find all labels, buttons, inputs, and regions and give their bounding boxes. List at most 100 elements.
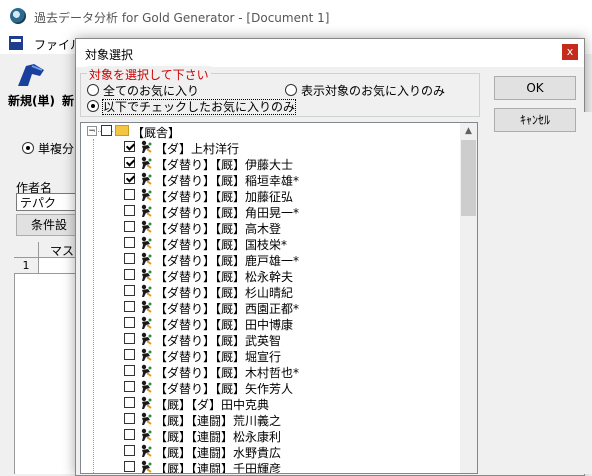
radio-label: 全てのお気に入り: [103, 84, 200, 98]
scroll-thumb[interactable]: [461, 140, 476, 216]
tree-item[interactable]: 【ダ替り】【厩】松永幹夫: [81, 267, 461, 284]
tree-item-label: 【厩】【連闘】千田輝彦: [155, 462, 282, 474]
tree-item[interactable]: 【ダ替り】【厩】伊藤大士: [81, 155, 461, 172]
horse-icon: [141, 316, 152, 329]
tree-item[interactable]: 【ダ替り】【厩】木村哲也*: [81, 363, 461, 380]
scroll-up-icon[interactable]: ▲: [460, 123, 477, 140]
tree-rows: − 【厩舎】 【ダ】上村洋行 【ダ替り】【厩】伊藤大士 【ダ替り】【厩】稲垣幸雄* 【…: [81, 123, 461, 474]
tree-item[interactable]: 【厩】【連闘】松永康利: [81, 427, 461, 444]
checkbox[interactable]: [124, 301, 135, 312]
checkbox[interactable]: [124, 413, 135, 424]
checkbox[interactable]: [124, 157, 135, 168]
tree-item[interactable]: 【厩】【ダ】田中克典: [81, 395, 461, 412]
conditions-button[interactable]: 条件設: [16, 214, 80, 236]
tree-item[interactable]: 【ダ替り】【厩】稲垣幸雄*: [81, 171, 461, 188]
horse-icon: [141, 252, 152, 265]
radio-single-double[interactable]: 単複分: [22, 140, 74, 157]
checkbox[interactable]: [124, 381, 135, 392]
grid-row[interactable]: 1: [14, 258, 76, 274]
window-title: 過去データ分析 for Gold Generator - [Document 1…: [34, 11, 330, 25]
close-button[interactable]: x: [562, 44, 578, 60]
radio-indicator: [22, 142, 34, 154]
checkbox[interactable]: [124, 221, 135, 232]
tree-item[interactable]: 【ダ替り】【厩】西園正都*: [81, 299, 461, 316]
horse-icon: [141, 204, 152, 217]
tree-connector: [93, 139, 94, 473]
checkbox[interactable]: [124, 397, 135, 408]
horse-icon: [141, 348, 152, 361]
new-single-icon[interactable]: [14, 60, 48, 90]
tree-item[interactable]: 【ダ替り】【厩】田中博康: [81, 315, 461, 332]
checkbox[interactable]: [124, 237, 135, 248]
tree-item[interactable]: 【ダ替り】【厩】矢作芳人: [81, 379, 461, 396]
horse-icon: [141, 156, 152, 169]
checkbox[interactable]: [124, 445, 135, 456]
document-icon: [9, 36, 23, 50]
tree-item[interactable]: 【ダ】上村洋行: [81, 139, 461, 156]
horse-icon: [141, 444, 152, 457]
checkbox[interactable]: [124, 429, 135, 440]
author-field[interactable]: テパク: [16, 193, 80, 211]
checkbox[interactable]: [124, 461, 135, 472]
tree-item[interactable]: 【ダ替り】【厩】高木登: [81, 219, 461, 236]
radio-all-favorites[interactable]: 全てのお気に入り: [87, 82, 199, 99]
horse-icon: [141, 284, 152, 297]
horse-icon: [141, 428, 152, 441]
tree-item[interactable]: 【厩】【連闘】荒川義之: [81, 411, 461, 428]
favorites-tree[interactable]: − 【厩舎】 【ダ】上村洋行 【ダ替り】【厩】伊藤大士 【ダ替り】【厩】稲垣幸雄* 【…: [80, 122, 478, 474]
grid-column-header[interactable]: マス: [50, 242, 74, 259]
horse-icon: [141, 172, 152, 185]
tree-item[interactable]: 【ダ替り】【厩】杉山晴紀: [81, 283, 461, 300]
radio-indicator: [285, 84, 297, 96]
main-title-bar: 過去データ分析 for Gold Generator - [Document 1…: [0, 0, 592, 32]
tree-item[interactable]: 【ダ替り】【厩】堀宣行: [81, 347, 461, 364]
checkbox[interactable]: [124, 141, 135, 152]
ok-button[interactable]: OK: [494, 76, 576, 100]
checkbox[interactable]: [124, 333, 135, 344]
tree-item[interactable]: 【ダ替り】【厩】武英智: [81, 331, 461, 348]
checkbox[interactable]: [124, 173, 135, 184]
checkbox[interactable]: [124, 269, 135, 280]
group-title: 対象を選択して下さい: [87, 66, 211, 83]
target-select-dialog: 対象選択 x 対象を選択して下さい 全てのお気に入り 表示対象のお気に入りのみ …: [75, 38, 585, 476]
horse-icon: [141, 412, 152, 425]
checkbox[interactable]: [124, 253, 135, 264]
checkbox[interactable]: [124, 365, 135, 376]
horse-icon: [141, 460, 152, 473]
tree-item[interactable]: 【ダ替り】【厩】国枝栄*: [81, 235, 461, 252]
checkbox[interactable]: [124, 349, 135, 360]
horse-icon: [141, 300, 152, 313]
horse-icon: [141, 140, 152, 153]
toolbar-new-label[interactable]: 新規(単): [8, 92, 55, 109]
horse-icon: [141, 380, 152, 393]
checkbox[interactable]: [124, 317, 135, 328]
window-frame: [580, 112, 592, 474]
tree-root[interactable]: − 【厩舎】: [81, 123, 461, 140]
radio-single-label: 単複分: [38, 142, 75, 156]
dialog-title: 対象選択: [85, 48, 134, 62]
radio-indicator: [87, 84, 99, 96]
checkbox[interactable]: [124, 189, 135, 200]
folder-icon: [115, 125, 129, 136]
toolbar-second-label[interactable]: 新: [62, 92, 74, 109]
checkbox[interactable]: [124, 205, 135, 216]
cancel-button[interactable]: ｷｬﾝｾﾙ: [494, 108, 576, 132]
radio-label: 以下でチェックしたお気に入りのみ: [101, 99, 297, 115]
tree-item[interactable]: 【ダ替り】【厩】鹿戸雄一*: [81, 251, 461, 268]
radio-checked-favorites[interactable]: 以下でチェックしたお気に入りのみ: [87, 98, 297, 115]
horse-icon: [141, 364, 152, 377]
radio-label: 表示対象のお気に入りのみ: [301, 84, 446, 98]
checkbox[interactable]: [101, 125, 112, 136]
radio-indicator: [87, 100, 99, 112]
data-grid[interactable]: [14, 242, 77, 474]
tree-item[interactable]: 【ダ替り】【厩】角田晃一*: [81, 203, 461, 220]
dialog-title-bar: 対象選択 x: [76, 39, 584, 67]
grid-row-number: 1: [14, 258, 39, 273]
checkbox[interactable]: [124, 285, 135, 296]
vertical-scrollbar[interactable]: ▲: [460, 123, 477, 473]
radio-displayed-favorites[interactable]: 表示対象のお気に入りのみ: [285, 82, 445, 99]
tree-item[interactable]: 【厩】【連闘】水野貴広: [81, 443, 461, 460]
tree-item[interactable]: 【厩】【連闘】千田輝彦: [81, 459, 461, 474]
horse-icon: [141, 236, 152, 249]
tree-item[interactable]: 【ダ替り】【厩】加藤征弘: [81, 187, 461, 204]
